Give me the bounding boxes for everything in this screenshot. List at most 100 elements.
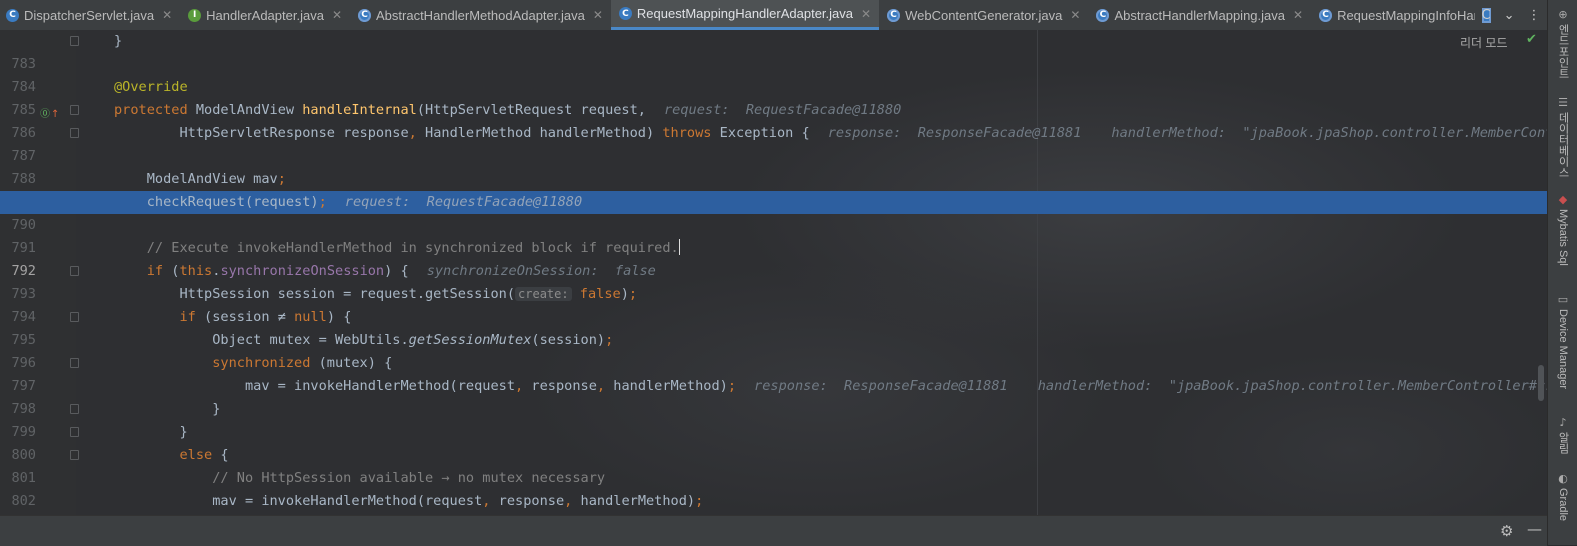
class-icon: C	[618, 7, 632, 20]
debug-value-hint: synchronizeOnSession: false	[426, 263, 656, 279]
code-comment: // Execute invokeHandlerMethod in synchr…	[146, 240, 679, 256]
chevron-down-icon[interactable]: ⌄	[1504, 8, 1515, 23]
close-icon[interactable]: ✕	[1070, 8, 1080, 22]
code-text: // No HttpSession available → no mutex n…	[114, 467, 605, 490]
code-text: // Execute invokeHandlerMethod in synchr…	[114, 237, 680, 260]
gear-icon[interactable]: ⚙	[1500, 522, 1513, 540]
code-editor[interactable]: 783 } 784 785 @Override 786 ⓪↑ protected…	[0, 30, 1547, 515]
code-line[interactable]: 796 Object mutex = WebUtils.getSessionMu…	[0, 329, 1547, 371]
code-line[interactable]: 799 }	[0, 398, 1547, 440]
code-line[interactable]: 783 }	[0, 30, 1547, 72]
code-line[interactable]: 802 // No HttpSession available → no mut…	[0, 467, 1547, 509]
sidebar-item-endpoints[interactable]: ⊕ 엔드포인트	[1548, 8, 1577, 79]
notifications-icon: ♪	[1559, 416, 1567, 429]
close-icon[interactable]: ✕	[332, 8, 342, 22]
sidebar-item-database[interactable]: ☰ 데이터베이스	[1548, 96, 1577, 178]
sidebar-item-device-manager[interactable]: ▭ Device Manager	[1548, 293, 1577, 389]
debug-value-hint: handlerMethod: "jpaBook.jpaShop.controll…	[1111, 125, 1547, 141]
code-text: mav = invokeHandlerMethod(request, respo…	[114, 375, 1547, 398]
abstract-class-icon: C	[1319, 8, 1333, 22]
tab-label: AbstractHandlerMethodAdapter.java	[376, 7, 585, 23]
database-icon: ☰	[1558, 96, 1568, 109]
bottom-tool-bar: ⚙ —	[0, 515, 1547, 546]
tab-handler-adapter[interactable]: I HandlerAdapter.java ✕	[180, 0, 350, 30]
code-text: @Override	[114, 76, 188, 99]
code-line[interactable]: 800 }	[0, 421, 1547, 463]
code-text: }	[114, 33, 123, 49]
tab-label: RequestMappingHandlerAdapter.java	[636, 6, 854, 21]
abstract-class-icon: C	[1096, 8, 1110, 22]
code-text: mav = invokeHandlerMethod(request, respo…	[114, 493, 704, 509]
code-text: Object mutex = WebUtils.getSessionMutex(…	[114, 332, 614, 348]
minimize-icon[interactable]: —	[1527, 520, 1542, 538]
debug-value-hint: request: RequestFacade@11880	[344, 194, 583, 210]
tab-label: DispatcherServlet.java	[24, 7, 155, 23]
debug-value-hint: response: ResponseFacade@11881	[827, 125, 1082, 141]
sidebar-item-gradle[interactable]: ◐ Gradle	[1548, 472, 1577, 521]
code-text: protected ModelAndView handleInternal(Ht…	[114, 102, 902, 118]
fold-icon[interactable]	[70, 358, 79, 368]
code-line[interactable]: 801 else {	[0, 444, 1547, 486]
tab-abstract-handler-method-adapter[interactable]: C AbstractHandlerMethodAdapter.java ✕	[350, 0, 611, 30]
caret-line[interactable]: 792 // Execute invokeHandlerMethod in sy…	[0, 237, 1547, 279]
code-text: synchronized (mutex) {	[212, 355, 393, 371]
debug-value-hint: response: ResponseFacade@11881	[754, 378, 1008, 394]
right-tool-window-bar: ⊕ 엔드포인트 ☰ 데이터베이스 ◆ Mybatis Sql ▭ Device …	[1547, 0, 1577, 545]
more-options-icon[interactable]: ⋮	[1527, 8, 1540, 23]
abstract-class-icon: C	[358, 8, 371, 22]
code-line[interactable]: 789 ModelAndView mav;	[0, 168, 1547, 210]
class-icon: C	[6, 8, 19, 22]
tab-request-mapping-handler-adapter[interactable]: C RequestMappingHandlerAdapter.java ✕	[610, 0, 880, 30]
code-line[interactable]: 795 if (session ≠ null) {	[0, 306, 1547, 348]
code-line[interactable]: 794 HttpSession session = request.getSes…	[0, 283, 1547, 325]
fold-icon[interactable]	[70, 266, 79, 276]
sidebar-item-label: Gradle	[1557, 488, 1569, 522]
code-line[interactable]: 798 mav = invokeHandlerMethod(request, r…	[0, 375, 1547, 417]
checkmark-icon[interactable]: ✔	[1526, 32, 1537, 47]
code-line[interactable]: 785 @Override	[0, 76, 1547, 118]
code-line[interactable]: 793 if (this.synchronizeOnSession) {sync…	[0, 260, 1547, 302]
close-icon[interactable]: ✕	[593, 8, 603, 22]
text-caret	[678, 239, 680, 255]
scrollbar-thumb[interactable]	[1538, 365, 1544, 401]
reader-mode-button[interactable]: 리더 모드	[1460, 34, 1508, 51]
code-line[interactable]: 803 mav = invokeHandlerMethod(request, r…	[0, 490, 1547, 513]
interface-icon: I	[188, 8, 202, 22]
code-text: HttpServletResponse response, HandlerMet…	[114, 122, 1547, 145]
code-line[interactable]: 784	[0, 53, 1547, 95]
tab-label: WebContentGenerator.java	[905, 7, 1063, 23]
code-text: ModelAndView mav;	[114, 171, 286, 187]
sidebar-item-notifications[interactable]: ♪ 알림	[1548, 416, 1577, 454]
tab-abstract-handler-mapping[interactable]: C AbstractHandlerMapping.java ✕	[1088, 0, 1311, 30]
code-comment: // No HttpSession available → no mutex n…	[212, 470, 606, 486]
endpoints-icon: ⊕	[1558, 8, 1568, 21]
tab-web-content-generator[interactable]: C WebContentGenerator.java ✕	[879, 0, 1088, 30]
editor-tab-bar: C DispatcherServlet.java ✕ I HandlerAdap…	[0, 0, 1547, 31]
current-execution-line[interactable]: 790 checkRequest(request); request: Reque…	[0, 191, 1547, 233]
fold-icon[interactable]	[70, 36, 79, 46]
code-line[interactable]: 788	[0, 145, 1547, 187]
code-line[interactable]: 786 ⓪↑ protected ModelAndView handleInte…	[0, 99, 1547, 141]
fold-icon[interactable]	[70, 450, 79, 460]
sidebar-item-mybatis[interactable]: ◆ Mybatis Sql	[1548, 193, 1577, 266]
sidebar-item-label: Device Manager	[1557, 309, 1569, 390]
parameter-hint: create:	[515, 287, 572, 301]
fold-icon[interactable]	[70, 312, 79, 322]
code-line[interactable]: 791	[0, 214, 1547, 256]
fold-icon[interactable]	[70, 105, 79, 115]
fold-icon[interactable]	[70, 128, 79, 138]
tab-dispatcher-servlet[interactable]: C DispatcherServlet.java ✕	[0, 0, 180, 30]
code-line[interactable]: 787 HttpServletResponse response, Handle…	[0, 122, 1547, 164]
close-icon[interactable]: ✕	[162, 8, 172, 22]
fold-icon[interactable]	[70, 427, 79, 437]
abstract-class-icon[interactable]: C	[1481, 7, 1491, 23]
code-text: }	[114, 424, 188, 440]
code-text: HttpSession session = request.getSession…	[114, 286, 638, 302]
fold-icon[interactable]	[70, 404, 79, 414]
debug-value-hint: request: RequestFacade@11880	[663, 102, 902, 118]
mybatis-icon: ◆	[1558, 193, 1568, 206]
close-icon[interactable]: ✕	[1293, 8, 1303, 22]
tab-tools: C ⌄ ⋮	[1475, 0, 1547, 30]
close-icon[interactable]: ✕	[861, 7, 871, 21]
code-line[interactable]: 797 synchronized (mutex) {	[0, 352, 1547, 394]
